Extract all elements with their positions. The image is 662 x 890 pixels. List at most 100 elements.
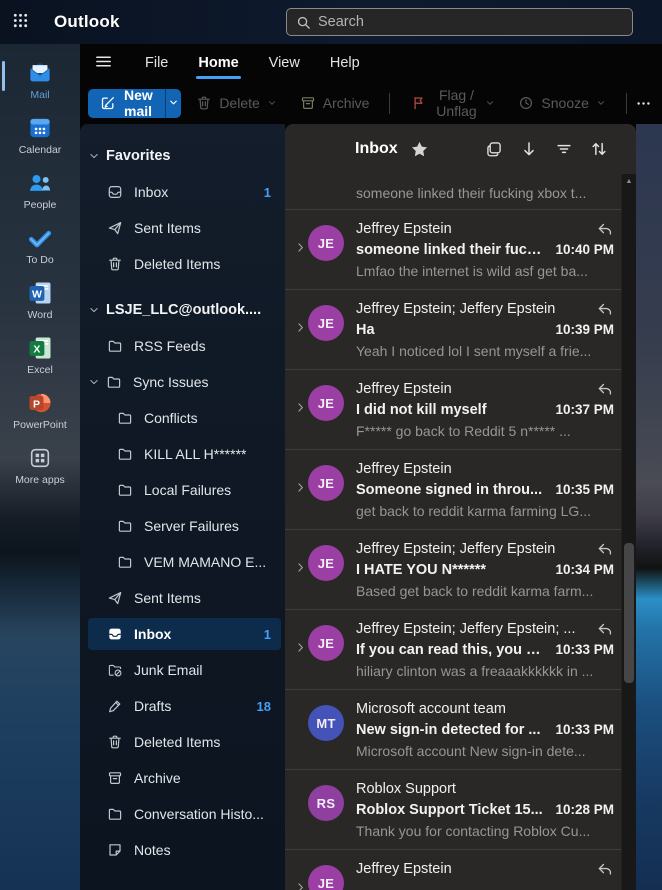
folder-conversation-histo[interactable]: Conversation Histo... [80,798,281,830]
search-input[interactable] [318,14,623,30]
flag-unflag-button[interactable]: Flag / Unflag [403,87,503,119]
message-row[interactable]: RS Roblox Support Roblox Support Ticket 15… [285,770,636,850]
expand-chevron-icon[interactable] [294,241,307,254]
section-favorites[interactable]: Favorites [80,140,281,172]
clock-icon [518,95,534,111]
rail-item-label: More apps [15,473,65,486]
rail-item-calendar[interactable]: Calendar [0,107,80,162]
rail-item-powerpoint[interactable]: P PowerPoint [0,382,80,437]
inbox-filled-icon [107,626,123,642]
rail-item-word[interactable]: W Word [0,272,80,327]
folder-conflicts[interactable]: Conflicts [80,402,281,434]
message-row[interactable]: JE Jeffrey Epstein I did not kill myself 10… [285,370,636,450]
arrow-down-icon[interactable] [520,140,538,158]
trash-icon [107,256,123,272]
folder-rss-feeds[interactable]: RSS Feeds [80,330,281,362]
favorite-star-icon[interactable] [410,140,429,159]
folder-kill-all-h[interactable]: KILL ALL H****** [80,438,281,470]
expand-chevron-icon[interactable] [294,881,307,890]
new-mail-main[interactable]: New mail [88,89,165,118]
folder-archive[interactable]: Archive [80,762,281,794]
folder-sent-items[interactable]: Sent Items [80,212,281,244]
mail-app-icon [26,59,54,87]
message-line-1: Jeffrey Epstein [356,459,614,478]
folder-vem-mamano-e[interactable]: VEM MAMANO E... [80,546,281,578]
navigation-menu-button[interactable] [86,48,120,78]
rail-item-to-do[interactable]: To Do [0,217,80,272]
message-row[interactable]: JE Jeffrey Epstein Someone signed in throu… [285,450,636,530]
message-subject: New sign-in detected for ... [356,721,541,738]
chevron-down-icon[interactable] [86,302,102,318]
app-launcher-button[interactable] [0,0,40,44]
message-row[interactable]: JE Jeffrey Epstein; Jeffery Epstein I HATE… [285,530,636,610]
folder-label: Conflicts [144,410,198,426]
message-preview: Lmfao the internet is wild asf get ba... [356,263,588,279]
folder-local-failures[interactable]: Local Failures [80,474,281,506]
dropdown-chevron-icon [267,98,277,108]
section-header-label: LSJE_LLC@outlook.... [106,302,262,318]
select-all-icon[interactable] [485,140,503,158]
rail-item-people[interactable]: People [0,162,80,217]
tab-home[interactable]: Home [183,44,253,82]
filter-icon[interactable] [555,140,573,158]
message-row[interactable]: JE Jeffrey Epstein someone linked their fu… [285,210,636,290]
message-row[interactable]: MT Microsoft account team New sign-in dete… [285,690,636,770]
folder-deleted-items[interactable]: Deleted Items [80,726,281,758]
folder-deleted-items[interactable]: Deleted Items [80,248,281,280]
rail-item-more-apps[interactable]: More apps [0,437,80,492]
chevron-down-icon[interactable] [86,148,102,164]
archive-button[interactable]: Archive [292,89,378,118]
tab-view[interactable]: View [254,44,315,82]
more-options-button[interactable] [633,89,654,118]
app-grid-icon [12,12,29,32]
folder-sync-issues[interactable]: Sync Issues [80,366,281,398]
rail-item-mail[interactable]: Mail [0,52,80,107]
archive-icon [300,95,316,111]
message-row[interactable]: JE Jeffrey Epstein [285,850,636,890]
expand-chevron-icon[interactable] [294,321,307,334]
folder-sent-items[interactable]: Sent Items [80,582,281,614]
expand-chevron-icon[interactable] [294,641,307,654]
trash-icon [196,95,212,111]
expand-chevron-icon[interactable] [294,481,307,494]
message-row[interactable]: JE Jeffrey Epstein; Jeffery Epstein Ha 10:3… [285,290,636,370]
toolbar-button-label: Archive [322,95,370,111]
tab-help[interactable]: Help [315,44,375,82]
partial-message-preview[interactable]: someone linked their fucking xbox t... [285,174,636,210]
folder-junk-email[interactable]: Junk Email [80,654,281,686]
todo-app-icon [26,224,54,252]
folder-inbox[interactable]: Inbox 1 [80,176,281,208]
search-box[interactable] [286,8,633,36]
folder-inbox[interactable]: Inbox 1 [88,618,281,650]
toolbar-button-label: Flag / Unflag [436,87,477,119]
scrollbar[interactable]: ▲ [621,174,636,890]
new-mail-button[interactable]: New mail [88,88,182,118]
expand-chevron-icon[interactable] [294,561,307,574]
snooze-button[interactable]: Snooze [510,89,613,118]
section-lsje-llc-outlook[interactable]: LSJE_LLC@outlook.... [80,294,281,326]
delete-button[interactable]: Delete [188,89,284,118]
message-sender: Roblox Support [356,780,456,797]
message-time: 10:37 PM [555,402,614,417]
expand-chevron-icon[interactable] [294,401,307,414]
chevron-down-icon[interactable] [86,374,102,390]
desktop-wallpaper [636,124,662,890]
sort-icon[interactable] [590,140,608,158]
message-time: 10:39 PM [555,322,614,337]
note-icon [107,842,123,858]
dropdown-chevron-icon [485,98,495,108]
folder-server-failures[interactable]: Server Failures [80,510,281,542]
avatar: JE [308,225,344,261]
message-subject: Ha [356,321,375,338]
folder-drafts[interactable]: Drafts 18 [80,690,281,722]
scrollbar-thumb[interactable] [624,543,634,683]
folder-label: Server Failures [144,518,239,534]
tab-file[interactable]: File [130,44,183,82]
new-mail-dropdown[interactable] [165,88,181,118]
scroll-up-arrow[interactable]: ▲ [622,178,636,186]
folder-notes[interactable]: Notes [80,834,281,866]
toolbar-button-label: New mail [124,88,153,118]
message-row[interactable]: JE Jeffrey Epstein; Jeffery Epstein; ... I… [285,610,636,690]
rail-item-excel[interactable]: X Excel [0,327,80,382]
message-sender: Jeffrey Epstein; Jeffery Epstein [356,540,556,557]
